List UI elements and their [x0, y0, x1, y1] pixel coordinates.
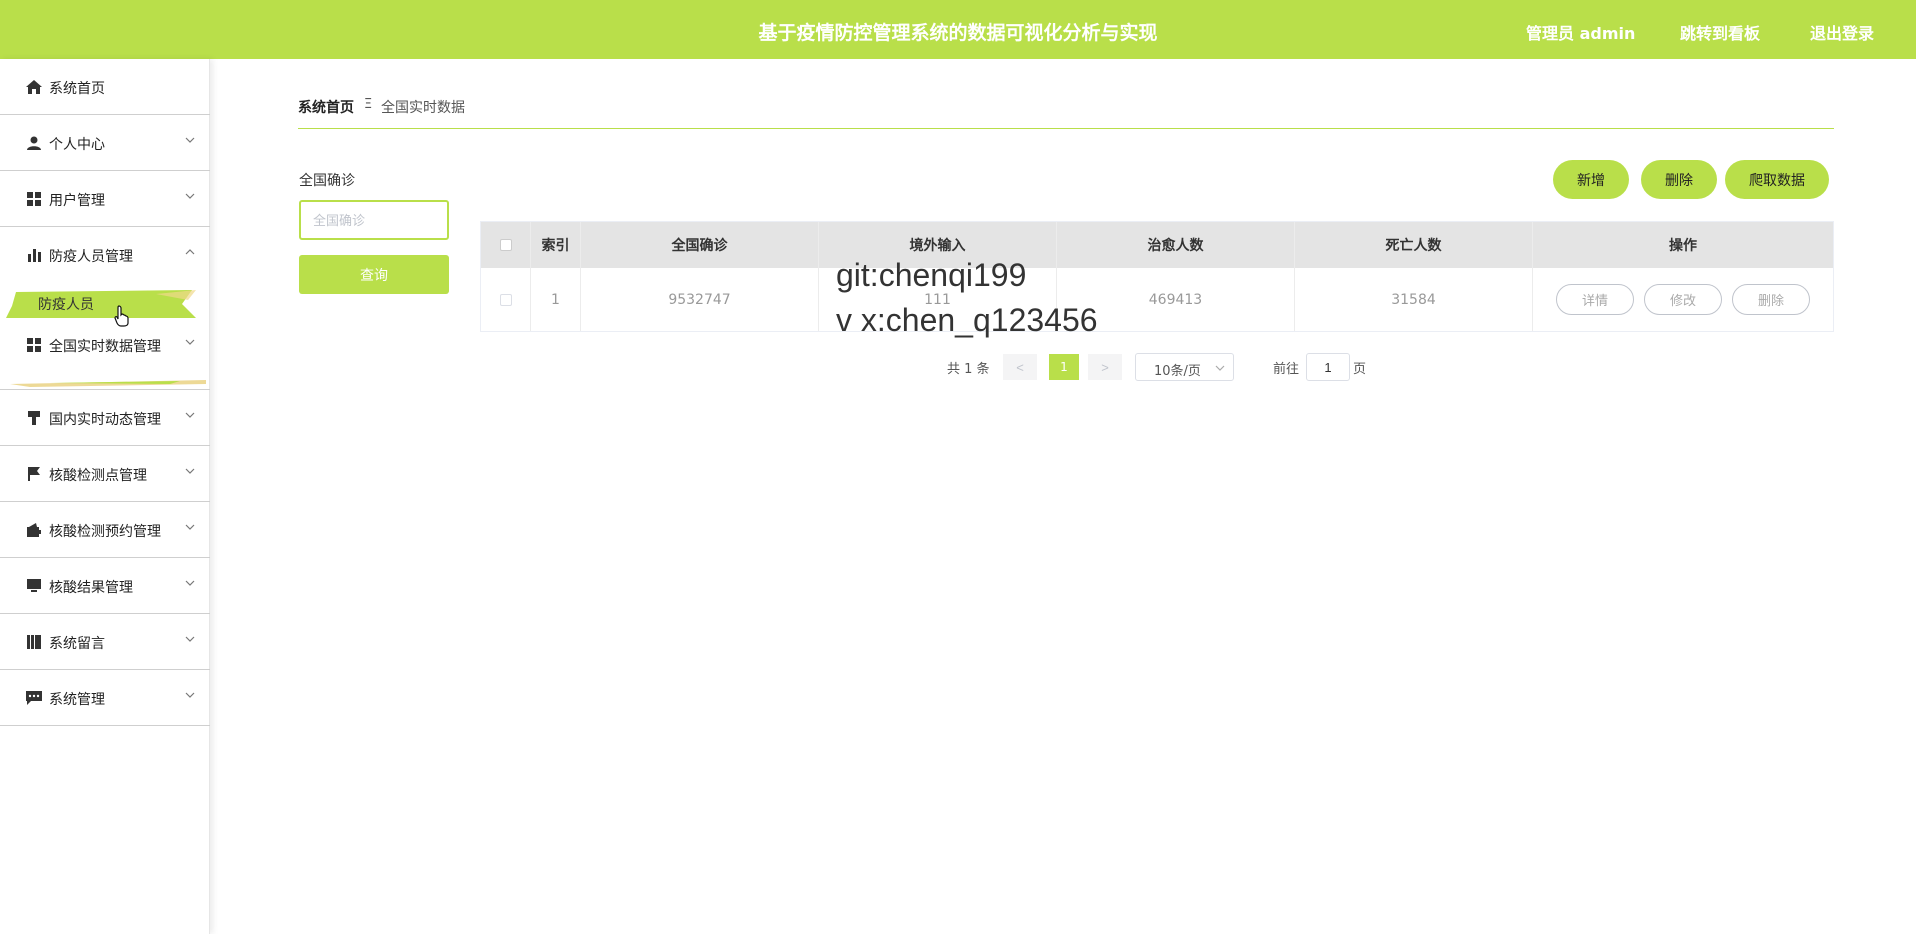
sidebar: 系统首页 个人中心 用户管理 防疫人员管理 防疫人员 全国实时数据管理 国内实时… — [0, 59, 210, 934]
table-header: 索引 全国确诊 境外输入 治愈人数 死亡人数 操作 — [481, 222, 1833, 268]
submenu-item-epidemic-staff[interactable]: 防疫人员 — [0, 282, 210, 324]
breadcrumb-home[interactable]: 系统首页 — [298, 97, 354, 117]
sidebar-item-system[interactable]: 系统管理 — [0, 670, 210, 726]
wallet-icon — [27, 523, 41, 537]
grid-icon — [27, 192, 41, 206]
book-icon — [27, 635, 41, 649]
page-size-select[interactable]: 10条/页 — [1135, 353, 1234, 381]
search-input[interactable] — [299, 200, 449, 240]
watermark-line2: v x:chen_q123456 — [836, 302, 1098, 338]
admin-label[interactable]: 管理员 admin — [1526, 20, 1635, 44]
search-label: 全国确诊 — [299, 173, 355, 189]
crawl-data-button[interactable]: 爬取数据 — [1725, 160, 1829, 199]
breadcrumb: 系统首页 Ξ 全国实时数据 — [298, 97, 1834, 129]
brush-icon — [28, 411, 40, 425]
home-icon — [26, 80, 42, 94]
chevron-down-icon — [185, 193, 195, 199]
bar-chart-icon — [28, 249, 41, 262]
next-page-button[interactable]: > — [1088, 354, 1122, 380]
active-highlight — [6, 290, 196, 318]
sidebar-item-test-sites[interactable]: 核酸检测点管理 — [0, 446, 210, 502]
active-underline — [10, 380, 206, 387]
column-header: 全国确诊 — [581, 222, 819, 268]
logout-link[interactable]: 退出登录 — [1810, 20, 1874, 44]
cell-deaths: 31584 — [1295, 268, 1533, 331]
column-header: 索引 — [531, 222, 581, 268]
detail-button[interactable]: 详情 — [1556, 284, 1634, 315]
sidebar-item-label: 用户管理 — [49, 193, 105, 209]
message-icon — [26, 691, 42, 705]
sidebar-item-national-data[interactable]: 全国实时数据管理 — [0, 323, 210, 371]
cell-actions: 详情 修改 删除 — [1533, 268, 1833, 331]
submenu-item-label: 防疫人员 — [38, 297, 94, 313]
edit-button[interactable]: 修改 — [1644, 284, 1722, 315]
sidebar-item-label: 系统管理 — [49, 692, 105, 708]
user-icon — [27, 136, 41, 150]
goto-suffix: 页 — [1353, 362, 1367, 377]
sidebar-item-label: 核酸检测点管理 — [49, 468, 147, 484]
row-delete-button[interactable]: 删除 — [1732, 284, 1810, 315]
select-all-checkbox[interactable] — [499, 239, 512, 251]
data-table: 索引 全国确诊 境外输入 治愈人数 死亡人数 操作 1 9532747 111 … — [480, 221, 1834, 332]
sidebar-item-label: 个人中心 — [49, 137, 105, 153]
monitor-icon — [27, 579, 41, 592]
chevron-down-icon — [185, 692, 195, 698]
sidebar-item-users[interactable]: 用户管理 — [0, 171, 210, 227]
table-row: 1 9532747 111 469413 31584 详情 修改 删除 — [481, 268, 1833, 331]
sidebar-item-profile[interactable]: 个人中心 — [0, 115, 210, 171]
sidebar-item-label: 防疫人员管理 — [49, 249, 133, 265]
chevron-up-icon — [185, 249, 195, 255]
chevron-down-icon — [185, 339, 195, 345]
sidebar-item-label: 核酸检测预约管理 — [49, 524, 161, 540]
sidebar-item-domestic-news[interactable]: 国内实时动态管理 — [0, 390, 210, 446]
sidebar-item-label: 系统留言 — [49, 636, 105, 652]
query-button[interactable]: 查询 — [299, 255, 449, 294]
chevron-down-icon — [185, 636, 195, 642]
chevron-down-icon — [185, 468, 195, 474]
page-size-value: 10条/页 — [1154, 364, 1201, 379]
grid-icon — [27, 338, 41, 352]
column-header: 死亡人数 — [1295, 222, 1533, 268]
prev-page-button[interactable]: < — [1003, 354, 1037, 380]
breadcrumb-separator: Ξ — [364, 97, 373, 112]
cell-confirmed: 9532747 — [581, 268, 819, 331]
pagination-total: 共 1 条 — [947, 362, 990, 377]
page-number-current[interactable]: 1 — [1049, 354, 1079, 380]
sidebar-item-messages[interactable]: 系统留言 — [0, 614, 210, 670]
sidebar-item-home[interactable]: 系统首页 — [0, 59, 210, 115]
sidebar-item-epidemic-staff[interactable]: 防疫人员管理 — [0, 227, 210, 283]
dashboard-link[interactable]: 跳转到看板 — [1680, 20, 1760, 44]
goto-label: 前往 — [1273, 362, 1300, 377]
chevron-down-icon — [1215, 365, 1225, 371]
goto-page-input[interactable] — [1306, 353, 1350, 381]
sidebar-item-test-results[interactable]: 核酸结果管理 — [0, 558, 210, 614]
sidebar-item-label: 核酸结果管理 — [49, 580, 133, 596]
top-header: 基于疫情防控管理系统的数据可视化分析与实现 管理员 admin 跳转到看板 退出… — [0, 0, 1916, 59]
flag-icon — [28, 467, 40, 481]
chevron-down-icon — [185, 412, 195, 418]
row-select-cell — [481, 268, 531, 331]
row-checkbox[interactable] — [499, 293, 512, 306]
sidebar-item-test-booking[interactable]: 核酸检测预约管理 — [0, 502, 210, 558]
sidebar-item-label: 系统首页 — [49, 81, 105, 97]
cell-index: 1 — [531, 268, 581, 331]
chevron-down-icon — [185, 580, 195, 586]
watermark-line1: git:chenqi199 — [836, 257, 1027, 293]
select-all-cell — [481, 222, 531, 268]
sidebar-item-label: 国内实时动态管理 — [49, 412, 161, 428]
delete-button[interactable]: 删除 — [1641, 160, 1717, 199]
column-header: 操作 — [1669, 238, 1697, 254]
chevron-down-icon — [185, 137, 195, 143]
add-button[interactable]: 新增 — [1553, 160, 1629, 199]
column-header: 治愈人数 — [1057, 222, 1295, 268]
breadcrumb-current: 全国实时数据 — [381, 100, 465, 116]
sidebar-item-label: 全国实时数据管理 — [49, 339, 161, 355]
chevron-down-icon — [185, 524, 195, 530]
